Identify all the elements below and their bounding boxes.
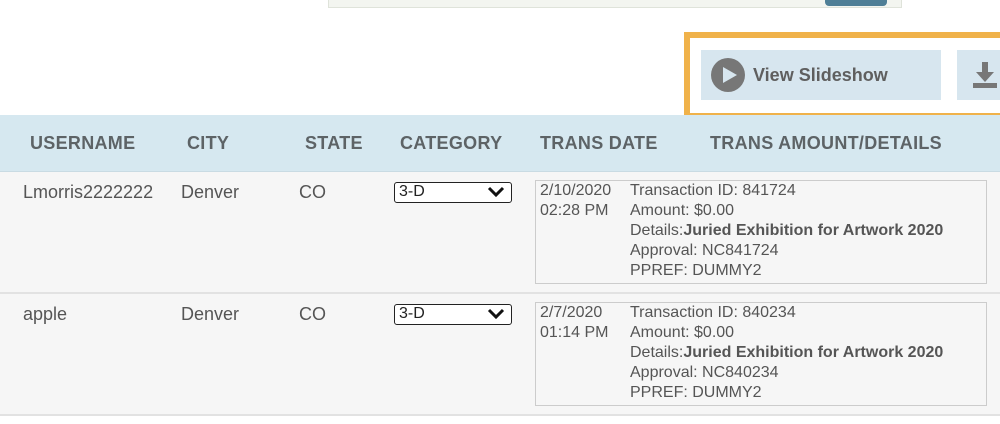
transaction-ppref: PPREF: DUMMY2 — [630, 262, 762, 279]
details-value: Juried Exhibition for Artwork 2020 — [683, 222, 944, 239]
view-slideshow-button[interactable]: View Slideshow — [701, 50, 941, 100]
transaction-details: Details:Juried Exhibition for Artwork 20… — [630, 221, 943, 241]
trans-date-block: 2/7/2020 01:14 PM — [540, 303, 608, 343]
view-slideshow-label: View Slideshow — [753, 64, 888, 85]
city-cell: Denver — [181, 182, 240, 202]
column-header-trans-amount[interactable]: TRANS AMOUNT/DETAILS — [710, 133, 942, 154]
trans-info-block: Transaction ID: 840234 Amount: $0.00 Det… — [630, 303, 943, 403]
category-select[interactable]: 3-D — [394, 182, 512, 203]
transaction-details-box: 2/10/2020 02:28 PM Transaction ID: 84172… — [535, 180, 987, 284]
details-label: Details: — [630, 222, 684, 239]
transaction-id: Transaction ID: 841724 — [630, 182, 796, 199]
username-cell: Lmorris2222222 — [23, 182, 154, 202]
state-cell: CO — [299, 304, 326, 324]
top-panel-button[interactable] — [825, 0, 887, 6]
category-select-value: 3-D — [399, 183, 425, 200]
column-header-username[interactable]: USERNAME — [30, 133, 135, 154]
trans-time: 02:28 PM — [540, 202, 609, 219]
transaction-details: Details:Juried Exhibition for Artwork 20… — [630, 343, 943, 363]
trans-date-block: 2/10/2020 02:28 PM — [540, 181, 611, 221]
transaction-details-box: 2/7/2020 01:14 PM Transaction ID: 840234… — [535, 302, 987, 406]
username-cell: apple — [23, 304, 68, 324]
table-row: Lmorris2222222 Denver CO 3-D 2/10/2020 0… — [0, 172, 1000, 294]
transaction-approval: Approval: NC841724 — [630, 242, 779, 259]
trans-date: 2/10/2020 — [540, 182, 612, 199]
transaction-approval: Approval: NC840234 — [630, 364, 779, 381]
transaction-ppref: PPREF: DUMMY2 — [630, 384, 762, 401]
category-select-value: 3-D — [399, 305, 425, 322]
transaction-amount: Amount: $0.00 — [630, 202, 735, 219]
download-icon — [973, 62, 997, 88]
column-header-trans-date[interactable]: TRANS DATE — [540, 133, 658, 154]
play-circle-icon — [711, 58, 745, 92]
trans-time: 01:14 PM — [540, 324, 609, 341]
table-row: apple Denver CO 3-D 2/7/2020 01:14 PM Tr… — [0, 294, 1000, 416]
top-filter-panel — [328, 0, 902, 8]
state-cell: CO — [299, 182, 326, 202]
column-header-category[interactable]: CATEGORY — [400, 133, 502, 154]
column-header-state[interactable]: STATE — [305, 133, 363, 154]
transaction-id: Transaction ID: 840234 — [630, 304, 796, 321]
column-header-city[interactable]: CITY — [187, 133, 229, 154]
city-cell: Denver — [181, 304, 240, 324]
transaction-amount: Amount: $0.00 — [630, 324, 735, 341]
chevron-down-icon — [487, 186, 505, 198]
chevron-down-icon — [487, 308, 505, 320]
table-header: USERNAME CITY STATE CATEGORY TRANS DATE … — [0, 115, 1000, 172]
trans-info-block: Transaction ID: 841724 Amount: $0.00 Det… — [630, 181, 943, 281]
download-button[interactable] — [957, 50, 1000, 100]
details-label: Details: — [630, 344, 684, 361]
trans-date: 2/7/2020 — [540, 304, 603, 321]
category-select[interactable]: 3-D — [394, 304, 512, 325]
details-value: Juried Exhibition for Artwork 2020 — [683, 344, 944, 361]
